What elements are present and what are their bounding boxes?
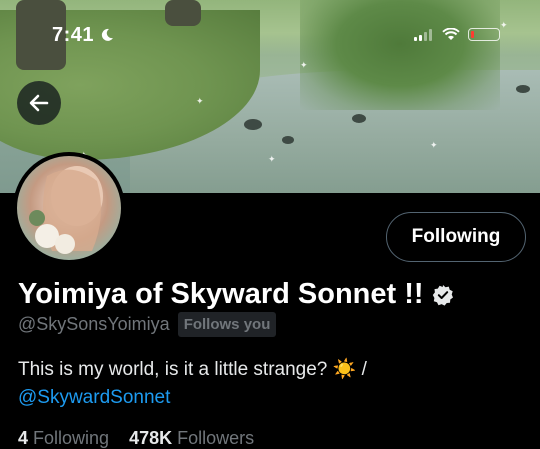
banner-rock [244, 119, 262, 130]
display-name: Yoimiya of Skyward Sonnet !! [18, 278, 454, 311]
battery-icon [468, 28, 500, 41]
battery-level [471, 31, 474, 38]
arrow-left-icon [29, 94, 49, 112]
follow-stats: 4 Following 478K Followers [18, 428, 254, 449]
display-name-text: Yoimiya of Skyward Sonnet !! [18, 278, 424, 310]
follows-you-badge: Follows you [177, 312, 277, 337]
wifi-icon [442, 28, 460, 40]
sparkle-icon: ✦ [430, 140, 438, 150]
following-stat[interactable]: 4 Following [18, 428, 109, 448]
status-time: 7:41 [52, 24, 114, 47]
bio-mention-link[interactable]: @SkywardSonnet [18, 387, 170, 408]
bio: This is my world, is it a little strange… [18, 356, 518, 412]
avatar[interactable] [13, 152, 125, 264]
sparkle-icon: ✦ [196, 96, 204, 106]
followers-stat[interactable]: 478K Followers [129, 428, 254, 448]
sparkle-icon: ✦ [300, 60, 308, 70]
status-indicators [414, 28, 500, 41]
banner-rock [352, 114, 366, 123]
handle-row: @SkySonsYoimiya Follows you [18, 312, 277, 337]
signal-icon [414, 28, 432, 41]
banner-rock [282, 136, 294, 144]
sparkle-icon: ✦ [268, 154, 276, 164]
banner-rock [516, 85, 530, 93]
moon-icon [101, 28, 114, 41]
bio-text: This is my world, is it a little strange… [18, 359, 367, 380]
sparkle-icon: ✦ [500, 20, 508, 30]
banner-foliage [300, 0, 500, 110]
verified-badge-icon[interactable] [432, 284, 454, 306]
banner-tree-trunk [165, 0, 201, 26]
avatar-image [29, 166, 103, 254]
following-button[interactable]: Following [386, 212, 526, 262]
handle: @SkySonsYoimiya [18, 314, 170, 334]
back-button[interactable] [17, 81, 61, 125]
